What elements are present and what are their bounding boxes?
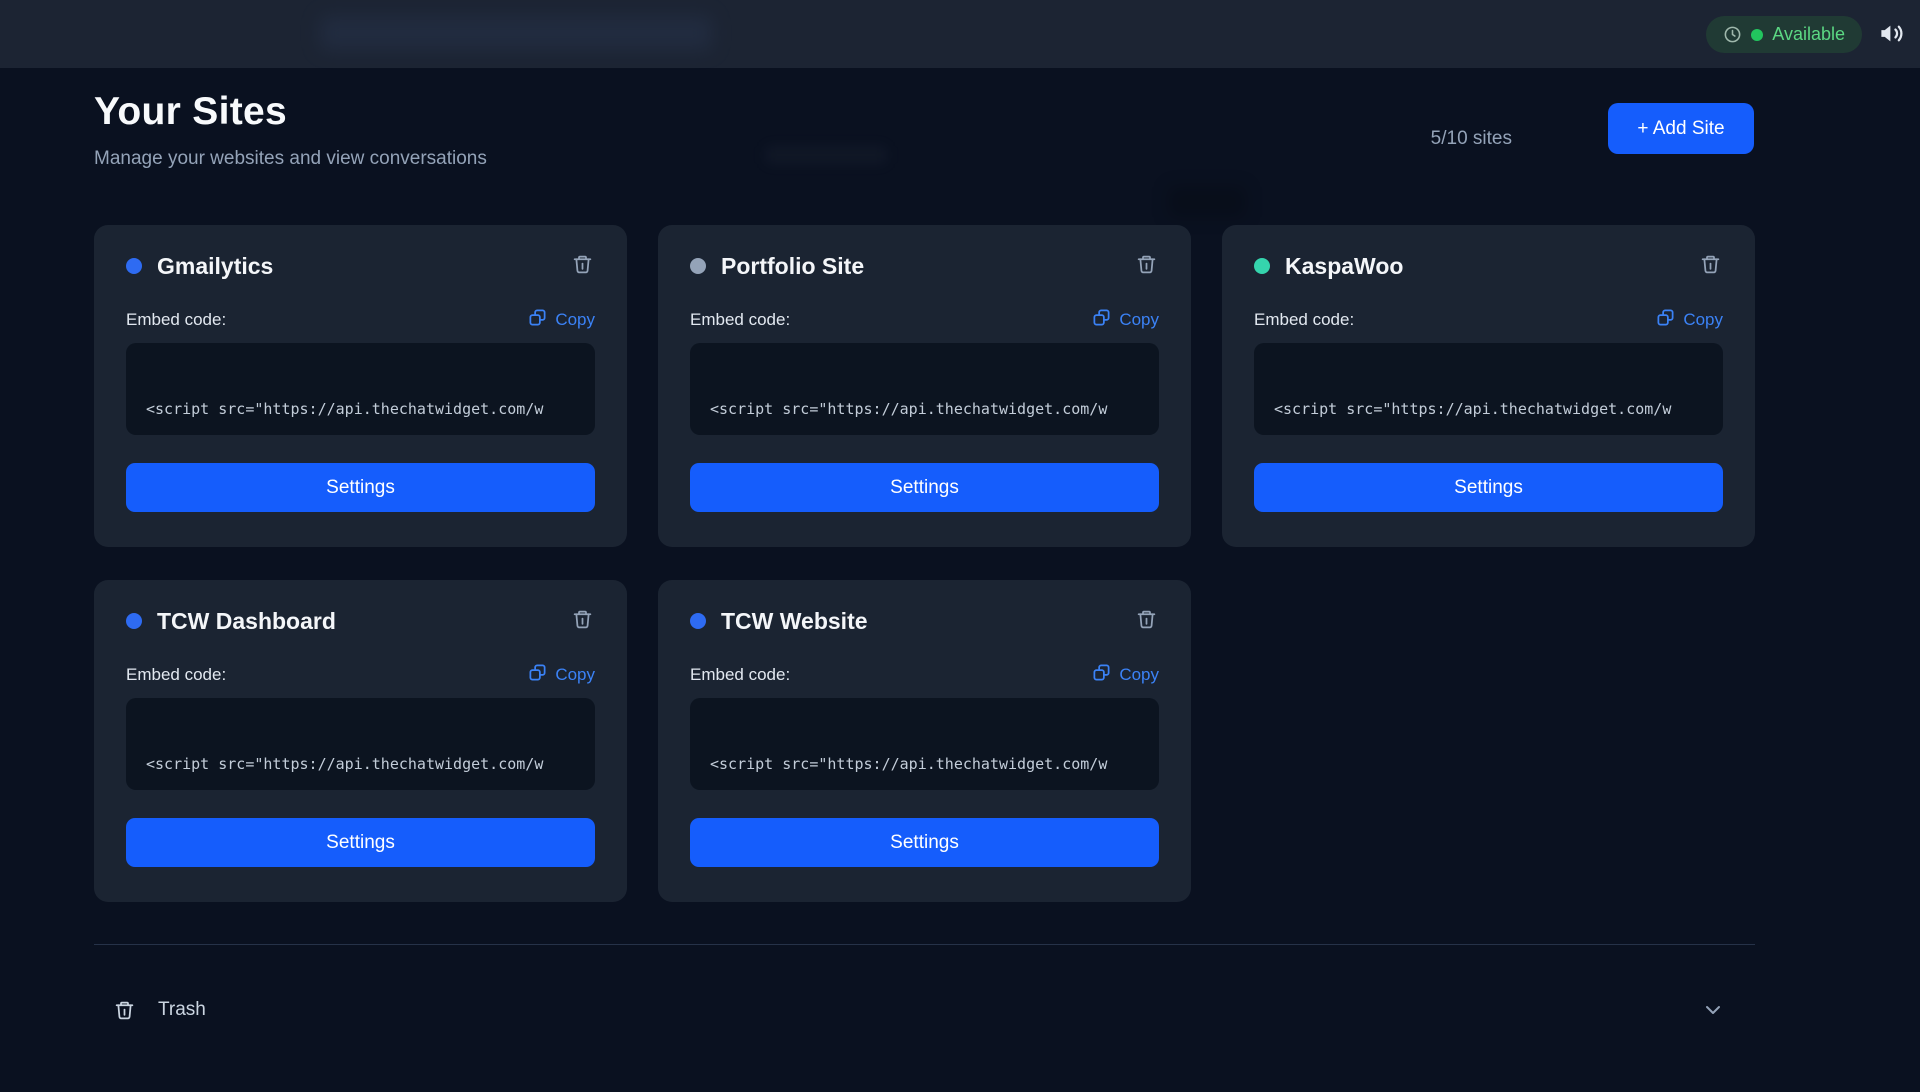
site-card: Portfolio Site Embed code: bbox=[658, 225, 1191, 547]
site-settings-button[interactable]: Settings bbox=[126, 818, 595, 867]
copy-embed-button[interactable]: Copy bbox=[1092, 308, 1159, 332]
redacted-logo bbox=[320, 16, 712, 50]
embed-code-row: Embed code: Copy bbox=[126, 663, 595, 687]
site-card: KaspaWoo Embed code: bbox=[1222, 225, 1755, 547]
trash-icon bbox=[1700, 254, 1721, 278]
site-status-dot bbox=[1254, 258, 1270, 274]
topbar: Available bbox=[0, 0, 1920, 68]
copy-embed-button[interactable]: Copy bbox=[1092, 663, 1159, 687]
embed-code-row: Embed code: Copy bbox=[690, 308, 1159, 332]
sites-count: 5/10 sites bbox=[1431, 128, 1512, 150]
embed-code-label: Embed code: bbox=[126, 310, 226, 330]
site-settings-button[interactable]: Settings bbox=[690, 463, 1159, 512]
embed-code-block[interactable]: <script src="https://api.thechatwidget.c… bbox=[690, 698, 1159, 790]
embed-code-block[interactable]: <script src="https://api.thechatwidget.c… bbox=[1254, 343, 1723, 435]
site-card: TCW Dashboard Embed code: bbox=[94, 580, 627, 902]
chevron-down-icon[interactable] bbox=[1701, 998, 1725, 1022]
site-card-header: Gmailytics bbox=[126, 251, 595, 281]
code-text: <script src="https://api.thechatwidget.c… bbox=[1274, 400, 1671, 418]
copy-label: Copy bbox=[555, 665, 595, 685]
copy-label: Copy bbox=[555, 310, 595, 330]
embed-code-label: Embed code: bbox=[690, 310, 790, 330]
embed-code-block[interactable]: <script src="https://api.thechatwidget.c… bbox=[126, 343, 595, 435]
delete-site-button[interactable] bbox=[1697, 253, 1723, 279]
volume-icon bbox=[1878, 20, 1905, 50]
available-status-dot bbox=[1751, 29, 1763, 41]
trash-icon bbox=[114, 1000, 135, 1021]
blur-artifact bbox=[1168, 186, 1246, 218]
copy-label: Copy bbox=[1119, 310, 1159, 330]
site-name: Gmailytics bbox=[157, 253, 273, 280]
copy-icon bbox=[1092, 663, 1111, 687]
trash-icon bbox=[1136, 254, 1157, 278]
code-text: <script src="https://api.thechatwidget.c… bbox=[710, 400, 1107, 418]
trash-icon bbox=[572, 254, 593, 278]
copy-label: Copy bbox=[1683, 310, 1723, 330]
copy-label: Copy bbox=[1119, 665, 1159, 685]
site-settings-button[interactable]: Settings bbox=[126, 463, 595, 512]
site-card: TCW Website Embed code: bbox=[658, 580, 1191, 902]
site-card-header: Portfolio Site bbox=[690, 251, 1159, 281]
site-status-dot bbox=[126, 258, 142, 274]
availability-status-pill[interactable]: Available bbox=[1706, 16, 1862, 53]
trash-icon bbox=[1136, 609, 1157, 633]
site-settings-button[interactable]: Settings bbox=[1254, 463, 1723, 512]
delete-site-button[interactable] bbox=[1133, 253, 1159, 279]
clock-icon bbox=[1723, 25, 1742, 44]
site-name: KaspaWoo bbox=[1285, 253, 1403, 280]
site-card-header: TCW Website bbox=[690, 606, 1159, 636]
trash-icon bbox=[572, 609, 593, 633]
site-name: TCW Website bbox=[721, 608, 868, 635]
embed-code-block[interactable]: <script src="https://api.thechatwidget.c… bbox=[690, 343, 1159, 435]
code-text: <script src="https://api.thechatwidget.c… bbox=[146, 755, 543, 773]
delete-site-button[interactable] bbox=[1133, 608, 1159, 634]
embed-code-label: Embed code: bbox=[1254, 310, 1354, 330]
divider bbox=[94, 944, 1755, 945]
site-card: Gmailytics Embed code: bbox=[94, 225, 627, 547]
code-text: <script src="https://api.thechatwidget.c… bbox=[146, 400, 543, 418]
site-name: Portfolio Site bbox=[721, 253, 864, 280]
site-name: TCW Dashboard bbox=[157, 608, 336, 635]
copy-embed-button[interactable]: Copy bbox=[528, 663, 595, 687]
copy-icon bbox=[1092, 308, 1111, 332]
trash-section-toggle[interactable]: Trash bbox=[94, 985, 1755, 1035]
blur-artifact bbox=[765, 146, 887, 164]
page-header: Your Sites Manage your websites and view… bbox=[94, 90, 1755, 190]
site-status-dot bbox=[126, 613, 142, 629]
embed-code-label: Embed code: bbox=[126, 665, 226, 685]
copy-icon bbox=[528, 308, 547, 332]
site-status-dot bbox=[690, 613, 706, 629]
delete-site-button[interactable] bbox=[569, 253, 595, 279]
sites-grid: Gmailytics Embed code: bbox=[94, 225, 1755, 902]
copy-icon bbox=[1656, 308, 1675, 332]
site-card-header: TCW Dashboard bbox=[126, 606, 595, 636]
page-subtitle: Manage your websites and view conversati… bbox=[94, 148, 1755, 170]
site-status-dot bbox=[690, 258, 706, 274]
copy-icon bbox=[528, 663, 547, 687]
embed-code-block[interactable]: <script src="https://api.thechatwidget.c… bbox=[126, 698, 595, 790]
embed-code-row: Embed code: Copy bbox=[126, 308, 595, 332]
site-card-header: KaspaWoo bbox=[1254, 251, 1723, 281]
volume-button[interactable] bbox=[1875, 19, 1907, 51]
site-settings-button[interactable]: Settings bbox=[690, 818, 1159, 867]
availability-status-label: Available bbox=[1772, 24, 1845, 45]
copy-embed-button[interactable]: Copy bbox=[528, 308, 595, 332]
trash-section-label: Trash bbox=[158, 999, 206, 1021]
embed-code-row: Embed code: Copy bbox=[1254, 308, 1723, 332]
delete-site-button[interactable] bbox=[569, 608, 595, 634]
embed-code-label: Embed code: bbox=[690, 665, 790, 685]
code-text: <script src="https://api.thechatwidget.c… bbox=[710, 755, 1107, 773]
copy-embed-button[interactable]: Copy bbox=[1656, 308, 1723, 332]
add-site-button[interactable]: + Add Site bbox=[1608, 103, 1754, 154]
embed-code-row: Embed code: Copy bbox=[690, 663, 1159, 687]
